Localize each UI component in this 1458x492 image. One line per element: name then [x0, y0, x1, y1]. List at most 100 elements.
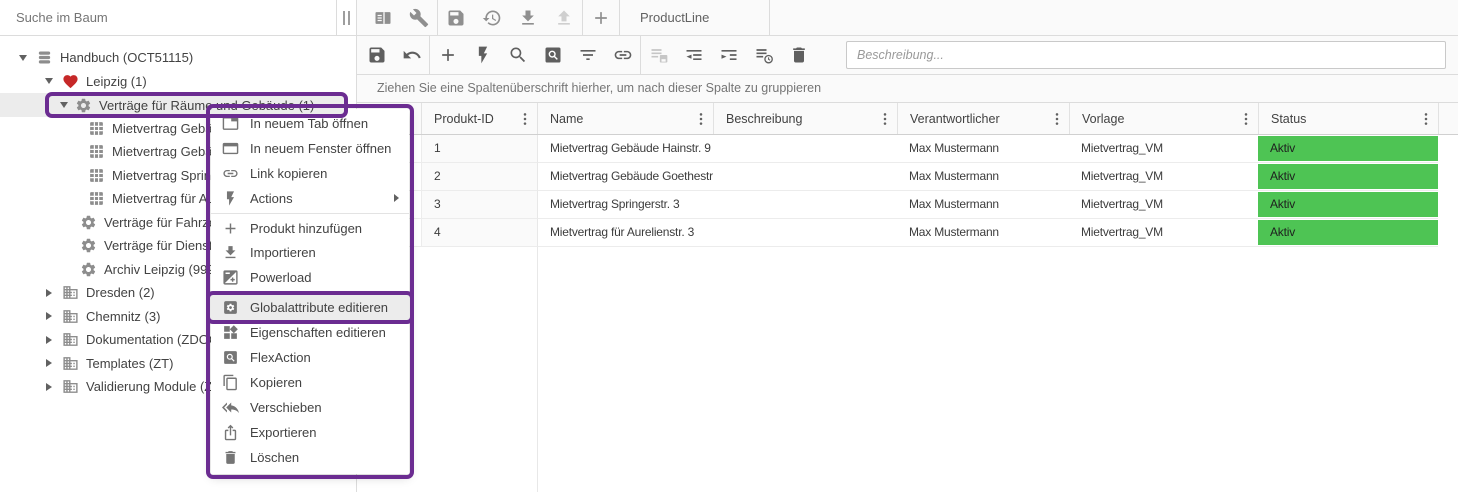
bolt-icon [222, 190, 239, 207]
table-icon [88, 167, 105, 184]
column-header-produkt-id[interactable]: Produkt-ID [421, 103, 537, 134]
menu-item-eigenschaften-editieren[interactable]: Eigenschaften editieren [211, 320, 409, 345]
tree-search [0, 0, 337, 36]
filter-icon [578, 45, 598, 65]
group-by-bar[interactable]: Ziehen Sie eine Spaltenüberschrift hierh… [357, 75, 1458, 103]
menu-item-in-neuem-fenster-ffnen[interactable]: In neuem Fenster öffnen [211, 136, 409, 161]
admin-tools-button[interactable] [401, 0, 437, 35]
tree-item-label: Validierung Module (ZV) [86, 379, 225, 394]
add-row-button[interactable] [430, 36, 465, 74]
undo-button[interactable] [394, 36, 429, 74]
plus-icon [438, 45, 458, 65]
caret-right-icon[interactable] [36, 336, 62, 344]
tab-productline[interactable]: ProductLine [620, 0, 770, 35]
expand-columns-button[interactable] [711, 36, 746, 74]
history-button[interactable] [474, 0, 510, 35]
cell-verantwortlicher: Max Mustermann [897, 163, 1069, 191]
menu-item-kopieren[interactable]: Kopieren [211, 370, 409, 395]
column-header-name[interactable]: Name [537, 103, 713, 134]
top-toolbar: ProductLine [357, 0, 1458, 36]
cell-produkt_id: 1 [421, 135, 537, 163]
filter-button[interactable] [570, 36, 605, 74]
caret-right-icon[interactable] [36, 359, 62, 367]
caret-down-icon[interactable] [36, 78, 62, 84]
description-input[interactable] [846, 41, 1446, 69]
tree-search-input[interactable] [0, 10, 336, 25]
menu-item-label: Globalattribute editieren [250, 300, 388, 315]
move-icon [222, 399, 239, 416]
link-button[interactable] [605, 36, 640, 74]
cell-beschreibung [713, 135, 897, 163]
column-menu-icon[interactable] [1238, 111, 1254, 127]
search-button[interactable] [500, 36, 535, 74]
delete-row-button[interactable] [781, 36, 816, 74]
column-menu-icon[interactable] [1418, 111, 1434, 127]
caret-right-icon[interactable] [36, 289, 62, 297]
history-icon [482, 8, 502, 28]
menu-item-label: Kopieren [250, 375, 302, 390]
column-menu-icon[interactable] [693, 111, 709, 127]
column-header-verantwortlicher[interactable]: Verantwortlicher [897, 103, 1069, 134]
menu-item-powerload[interactable]: Powerload [211, 265, 409, 290]
menu-item-flexaction[interactable]: FlexAction [211, 345, 409, 370]
toggle-panel-button[interactable] [365, 0, 401, 35]
column-header-label: Status [1271, 112, 1306, 126]
menu-item-actions[interactable]: Actions [211, 186, 409, 211]
table-row[interactable]: 1Mietvertrag Gebäude Hainstr. 9Max Muste… [357, 135, 1458, 163]
floppy-icon [367, 45, 387, 65]
caret-right-icon[interactable] [36, 383, 62, 391]
table-row[interactable]: 4Mietvertrag für Aurelienstr. 3Max Muste… [357, 219, 1458, 247]
widgets-icon [222, 324, 239, 341]
collapse-columns-button[interactable] [676, 36, 711, 74]
tree-item-leipzig-1[interactable]: Leipzig (1) [0, 70, 337, 94]
caret-right-icon[interactable] [36, 312, 62, 320]
column-menu-icon[interactable] [517, 111, 533, 127]
menu-item-globalattribute-editieren[interactable]: Globalattribute editieren [211, 295, 409, 320]
column-menu-icon[interactable] [877, 111, 893, 127]
list-right-icon [719, 45, 739, 65]
menu-item-l-schen[interactable]: Löschen [211, 445, 409, 470]
submenu-arrow-icon [394, 194, 399, 202]
menu-item-produkt-hinzuf-gen[interactable]: Produkt hinzufügen [211, 216, 409, 241]
trash-icon [789, 45, 809, 65]
save-view-button[interactable] [641, 36, 676, 74]
cell-vorlage: Mietvertrag_VM [1069, 191, 1258, 219]
menu-item-label: Produkt hinzufügen [250, 221, 362, 236]
column-menu-icon[interactable] [1049, 111, 1065, 127]
add-tab-button[interactable] [583, 0, 619, 35]
caret-down-icon[interactable] [10, 55, 36, 61]
grid-toolbar [357, 36, 1458, 75]
plus-icon [222, 220, 239, 237]
import-button[interactable] [510, 0, 546, 35]
save-button[interactable] [359, 36, 394, 74]
export-button[interactable] [546, 0, 582, 35]
view-history-button[interactable] [746, 36, 781, 74]
search-icon [508, 45, 528, 65]
menu-item-label: Löschen [250, 450, 299, 465]
table-row[interactable]: 2Mietvertrag Gebäude Goethestr. 1Max Mus… [357, 163, 1458, 191]
column-header-beschreibung[interactable]: Beschreibung [713, 103, 897, 134]
menu-item-label: Verschieben [250, 400, 322, 415]
menu-item-link-kopieren[interactable]: Link kopieren [211, 161, 409, 186]
column-header-status[interactable]: Status [1258, 103, 1438, 134]
actions-button[interactable] [465, 36, 500, 74]
caret-down-icon[interactable] [54, 102, 80, 108]
table-row[interactable]: 3Mietvertrag Springerstr. 3Max Musterman… [357, 191, 1458, 219]
menu-item-label: Actions [250, 191, 293, 206]
menu-item-exportieren[interactable]: Exportieren [211, 420, 409, 445]
save-button[interactable] [438, 0, 474, 35]
cell-name: Mietvertrag für Aurelienstr. 3 [537, 219, 713, 247]
tree-item-handbuch-oct51115[interactable]: Handbuch (OCT51115) [0, 46, 337, 70]
menu-item-in-neuem-tab-ffnen[interactable]: In neuem Tab öffnen [211, 111, 409, 136]
wrench-icon [409, 8, 429, 28]
table-icon [88, 190, 105, 207]
splitter-handle[interactable] [337, 0, 356, 36]
column-header-vorlage[interactable]: Vorlage [1069, 103, 1258, 134]
flex-search-button[interactable] [535, 36, 570, 74]
menu-item-label: FlexAction [250, 350, 311, 365]
menu-item-verschieben[interactable]: Verschieben [211, 395, 409, 420]
app-window: Handbuch (OCT51115)Leipzig (1)Verträge f… [0, 0, 1458, 492]
menu-item-importieren[interactable]: Importieren [211, 240, 409, 265]
upload-icon [554, 8, 574, 28]
database-icon [36, 49, 53, 66]
